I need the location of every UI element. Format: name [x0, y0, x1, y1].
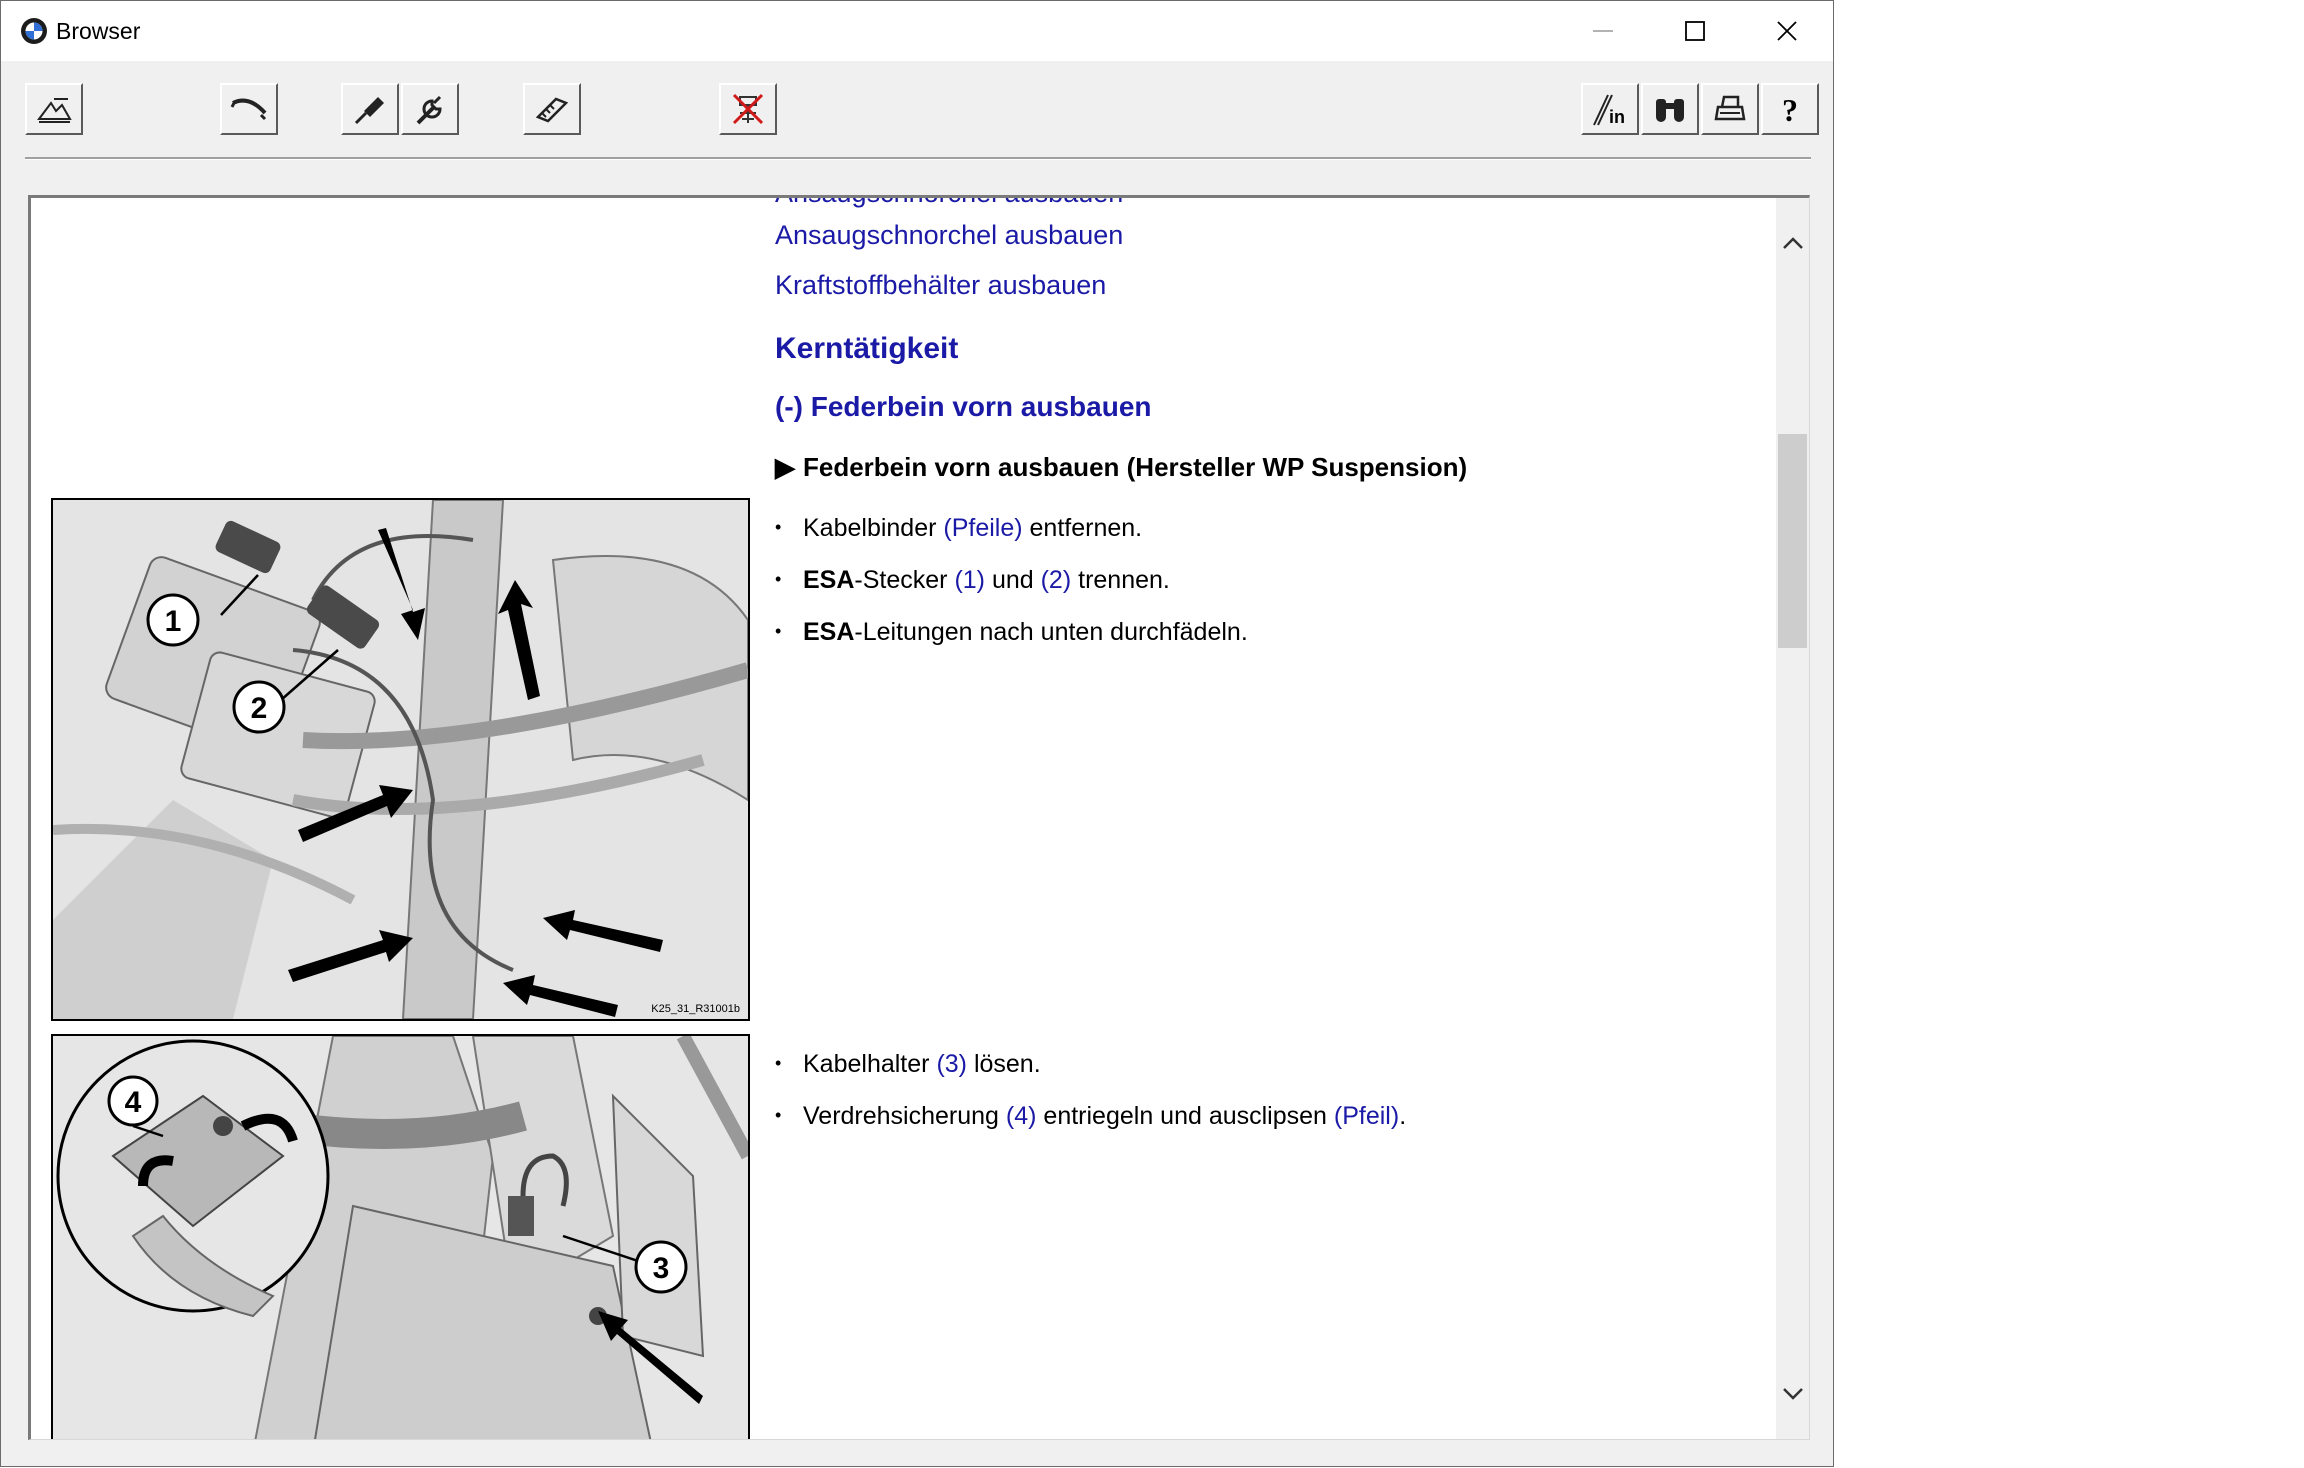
print-button[interactable] [1701, 83, 1759, 135]
info-in-label: in [1609, 107, 1625, 127]
callout-4: 4 [125, 1086, 142, 1119]
question-icon: ? [1782, 92, 1798, 128]
callout-2: 2 [251, 692, 268, 725]
title-bar: Browser [1, 1, 1833, 61]
ref-link[interactable]: (3) [936, 1050, 967, 1078]
ref-link[interactable]: (1) [954, 566, 985, 594]
bmw-logo-icon [21, 18, 47, 44]
step-item: • Verdrehsicherung (4) entriegeln und aus… [775, 1102, 1407, 1130]
minimize-button[interactable] [1557, 1, 1649, 61]
subsection-heading: (-) Federbein vorn ausbauen [775, 391, 1152, 422]
document-viewer[interactable]: Ansaugschnorchel ausbauen Ansaugschnorch… [28, 195, 1810, 1440]
bullet-icon: • [775, 621, 782, 641]
window-title: Browser [56, 18, 141, 44]
browser-window: Browser in ? Ansaugschnorchel ausbauen K… [0, 0, 1834, 1467]
ref-link[interactable]: (2) [1041, 566, 1072, 594]
wrench-icon [416, 95, 442, 125]
info-button[interactable]: in [1581, 83, 1639, 135]
scroll-down-button[interactable] [1776, 1369, 1809, 1419]
tape-icon [535, 97, 569, 123]
technical-data-button[interactable] [523, 83, 581, 135]
binoculars-icon [1656, 99, 1684, 122]
bullet-icon: • [775, 1105, 782, 1125]
step-item: • ESA-Leitungen nach unten durchfädeln. [775, 618, 1248, 646]
procedure-title: ▶ Federbein vorn ausbauen (Hersteller WP … [775, 452, 1467, 483]
help-button[interactable]: ? [1761, 83, 1819, 135]
toolbar: in ? [1, 61, 1833, 157]
probe-icon [354, 97, 384, 125]
figure-cable-holder: 3 4 [51, 1034, 750, 1439]
maximize-icon [1685, 21, 1705, 41]
scroll-thumb[interactable] [1778, 434, 1807, 648]
close-button[interactable] [1741, 1, 1833, 61]
search-button[interactable] [1641, 83, 1699, 135]
maximize-button[interactable] [1649, 1, 1741, 61]
bullet-icon: • [775, 517, 782, 537]
diagnosis-button[interactable] [341, 83, 399, 135]
section-heading: Kerntätigkeit [775, 332, 959, 365]
figure-code: K25_31_R31001b [651, 1003, 740, 1015]
procedure-marker-icon: ▶ [775, 452, 795, 482]
circuit-icon [732, 93, 764, 125]
callout-3: 3 [653, 1252, 670, 1285]
partial-link[interactable]: Ansaugschnorchel ausbauen [775, 198, 1123, 209]
bullet-icon: • [775, 569, 782, 589]
link-kraftstoffbehaelter[interactable]: Kraftstoffbehälter ausbauen [775, 270, 1106, 301]
help-label: ? [1782, 92, 1798, 128]
step-item: • Kabelbinder (Pfeile) entfernen. [775, 514, 1143, 542]
repair-button[interactable] [401, 83, 459, 135]
step-item: • Kabelhalter (3) lösen. [775, 1050, 1041, 1078]
close-icon [1777, 21, 1797, 41]
service-functions-button[interactable] [220, 83, 278, 135]
figure-illustration: 3 4 [53, 1036, 748, 1439]
toolbar-separator [25, 157, 1811, 160]
step-item: • ESA-Stecker (1) und (2) trennen. [775, 566, 1170, 594]
printer-icon [1714, 95, 1746, 121]
chevron-down-icon [1782, 1388, 1803, 1400]
bullet-icon: • [775, 1053, 782, 1073]
ref-link[interactable]: (Pfeil) [1334, 1102, 1399, 1130]
figure-illustration: 1 2 [53, 500, 748, 1019]
wiring-diagram-button[interactable] [719, 83, 777, 135]
link-ansaugschnorchel[interactable]: Ansaugschnorchel ausbauen [775, 220, 1123, 251]
ref-link[interactable]: (4) [1006, 1102, 1037, 1130]
scroll-up-button[interactable] [1776, 218, 1809, 268]
callout-1: 1 [165, 605, 182, 638]
minimize-icon [1593, 30, 1613, 32]
vertical-scrollbar[interactable] [1776, 198, 1809, 1439]
chevron-up-icon [1782, 237, 1803, 249]
ref-link[interactable]: (Pfeile) [943, 514, 1022, 542]
vehicle-select-icon [37, 98, 72, 123]
figure-esa-connectors: 1 2 K25_31_R31001b [51, 498, 750, 1021]
hose-icon [230, 98, 267, 121]
vehicle-select-button[interactable] [25, 83, 83, 135]
info-in-icon: in [1593, 94, 1625, 127]
procedure-title-text: Federbein vorn ausbauen (Hersteller WP S… [803, 452, 1468, 482]
